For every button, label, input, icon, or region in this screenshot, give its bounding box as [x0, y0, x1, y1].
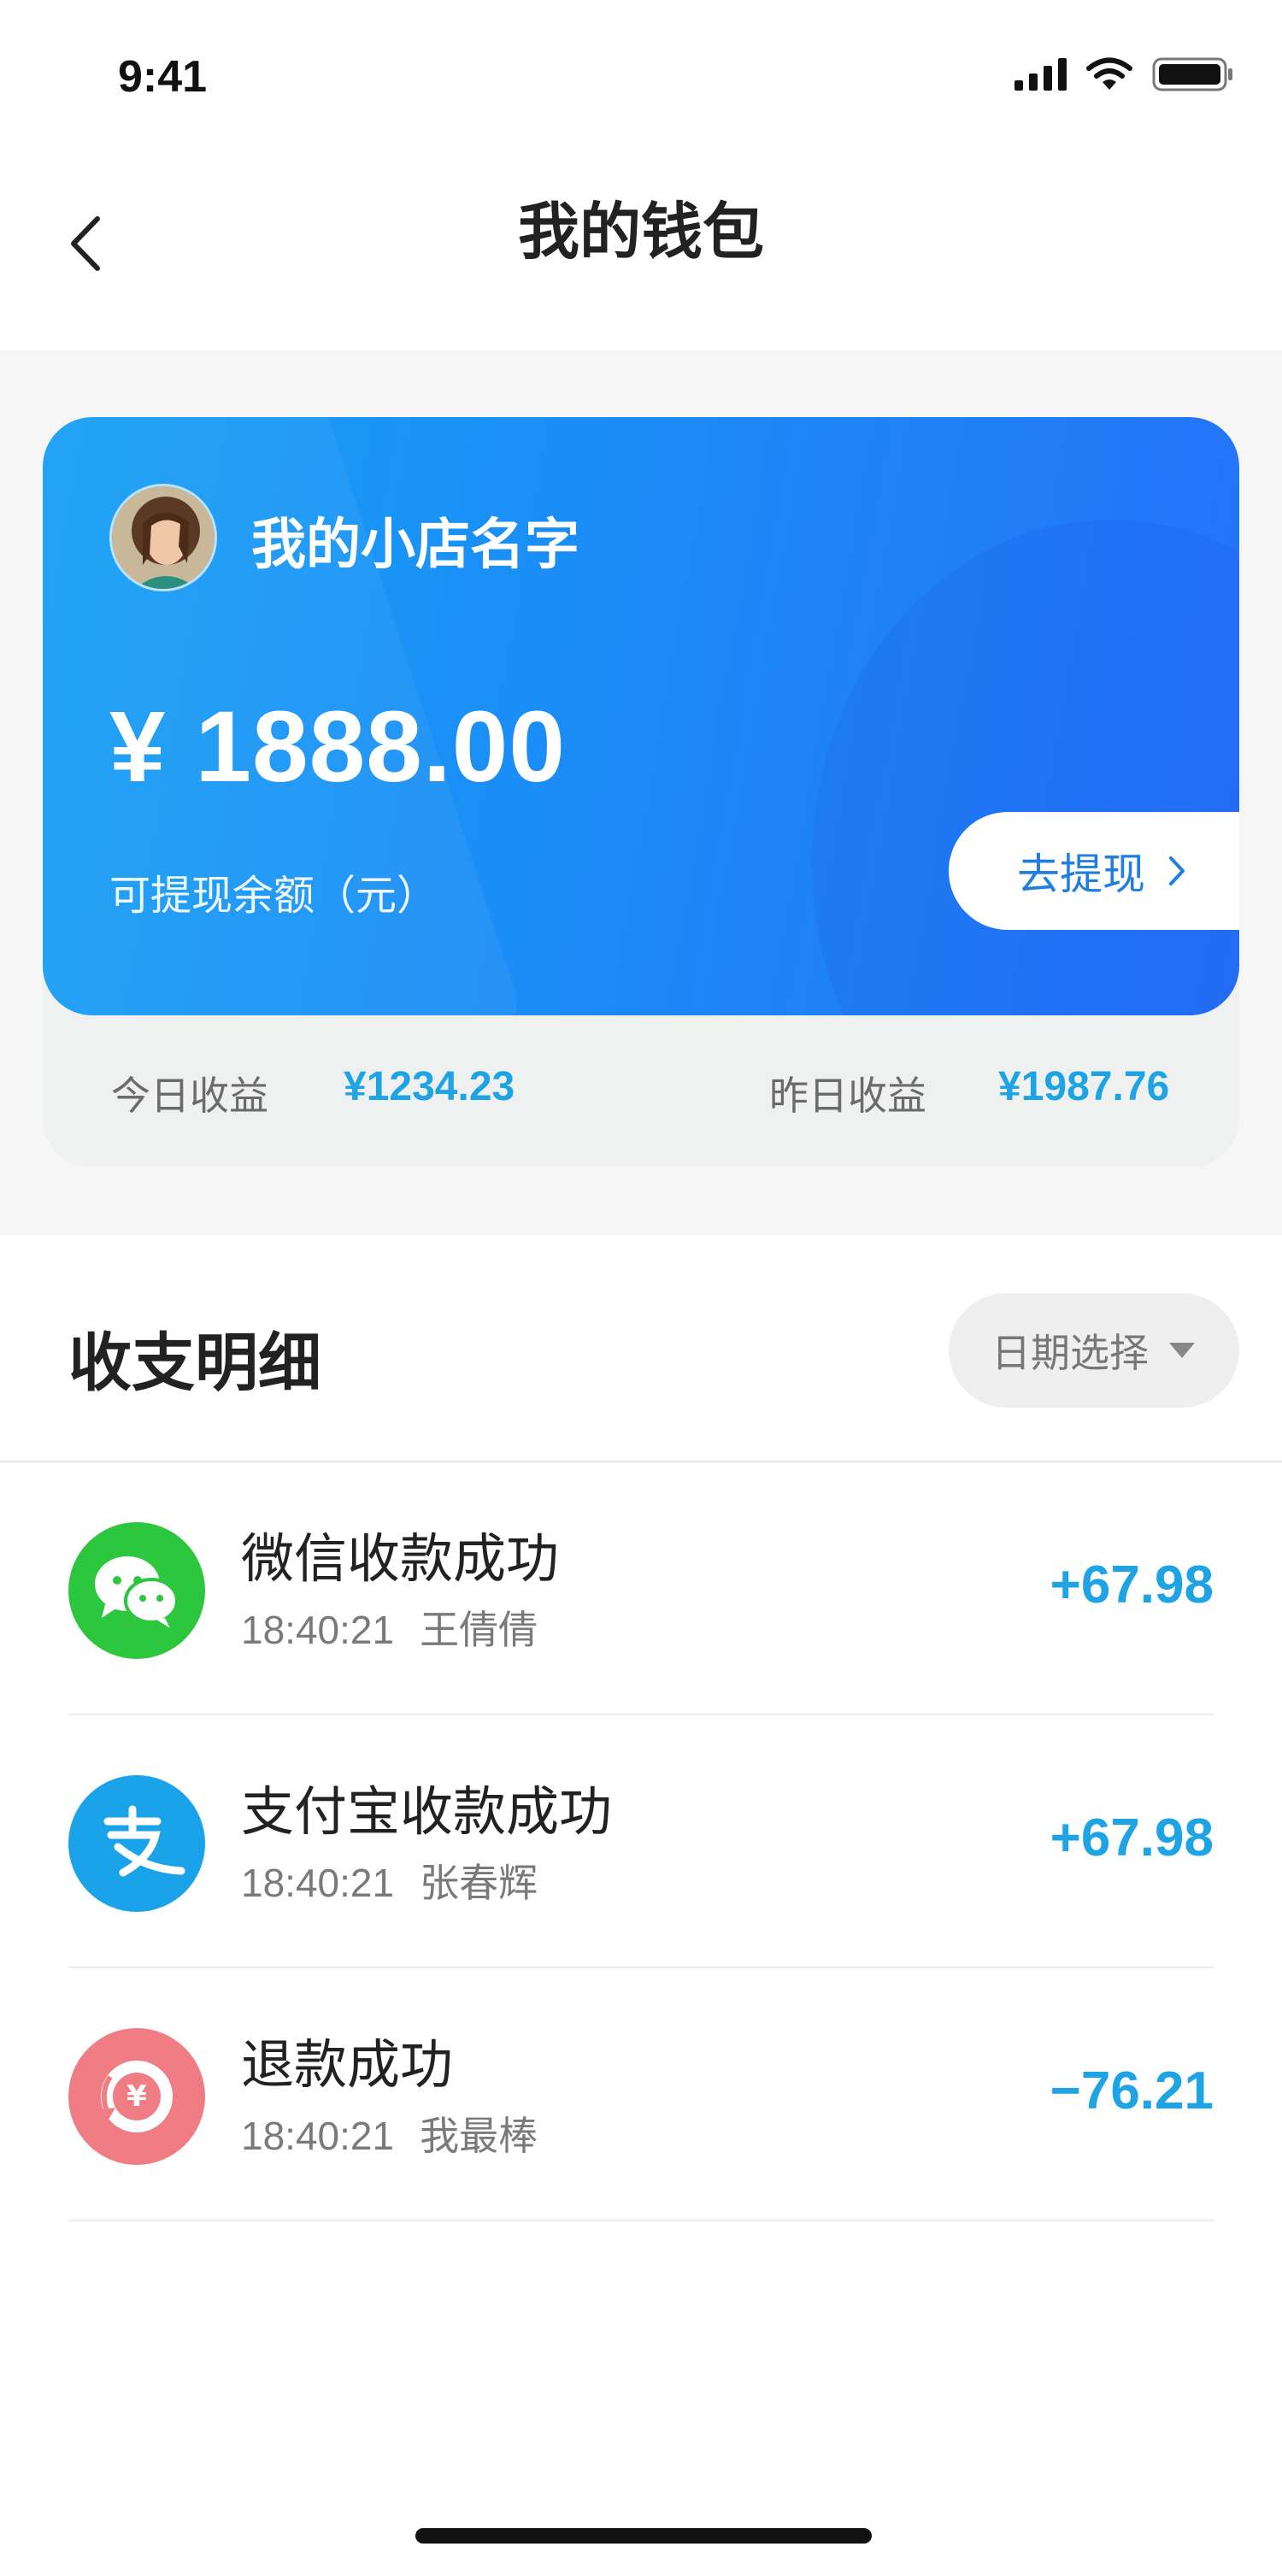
transaction-amount: +67.98: [1050, 1808, 1214, 1867]
date-picker-button[interactable]: 日期选择: [949, 1293, 1239, 1408]
transactions-panel: 收支明细 日期选择 微信收款成功 18:40:21 王倩倩 +67.98 支付宝…: [0, 1235, 1282, 2576]
balance-amount: ¥ 1888.00: [109, 691, 566, 803]
transaction-row[interactable]: 微信收款成功 18:40:21 王倩倩 +67.98: [68, 1462, 1214, 1715]
balance-card: 我的小店名字 ¥ 1888.00 可提现余额（元） 去提现: [43, 417, 1239, 1015]
transaction-payer: 王倩倩: [420, 1607, 538, 1653]
today-earnings-label: 今日收益: [111, 1073, 268, 1119]
home-indicator[interactable]: [415, 2528, 872, 2544]
refund-icon: ¥: [68, 2028, 205, 2165]
status-bar: 9:41: [0, 0, 1282, 145]
yesterday-earnings-label: 昨日收益: [769, 1073, 926, 1119]
alipay-icon: [68, 1775, 205, 1912]
status-time: 9:41: [118, 52, 208, 102]
yesterday-earnings-value: ¥1987.76: [998, 1064, 1170, 1109]
transaction-title: 微信收款成功: [241, 1527, 560, 1590]
transaction-time: 18:40:21: [241, 1861, 395, 1905]
withdraw-button[interactable]: 去提现: [949, 812, 1239, 930]
transaction-payer: 张春辉: [420, 1860, 538, 1906]
withdraw-label: 去提现: [1017, 850, 1145, 899]
avatar: [109, 484, 217, 591]
shop-name: 我的小店名字: [251, 514, 579, 577]
transaction-title: 支付宝收款成功: [241, 1780, 613, 1843]
chevron-right-icon: [1169, 856, 1185, 885]
date-picker-label: 日期选择: [991, 1330, 1149, 1376]
transaction-meta: 18:40:21 王倩倩: [241, 1599, 538, 1656]
transaction-amount: −76.21: [1050, 2061, 1214, 2120]
divider: [68, 2220, 1214, 2221]
status-icons: [1014, 56, 1234, 92]
balance-label: 可提现余额（元）: [109, 872, 438, 920]
signal-icon: [1014, 58, 1067, 91]
caret-down-icon: [1169, 1343, 1195, 1358]
wifi-icon: [1086, 57, 1132, 90]
transaction-title: 退款成功: [241, 2033, 454, 2096]
svg-text:¥: ¥: [126, 2079, 147, 2114]
transaction-amount: +67.98: [1050, 1556, 1214, 1614]
wechat-icon: [68, 1522, 205, 1659]
today-earnings-value: ¥1234.23: [344, 1064, 515, 1109]
transaction-meta: 18:40:21 我最棒: [241, 2105, 538, 2161]
transaction-meta: 18:40:21 张春辉: [241, 1852, 538, 1908]
page-title: 我的钱包: [517, 196, 764, 268]
transaction-row[interactable]: ¥ 退款成功 18:40:21 我最棒 −76.21: [68, 1968, 1214, 2221]
nav-bar: 我的钱包: [0, 145, 1282, 350]
transaction-row[interactable]: 支付宝收款成功 18:40:21 张春辉 +67.98: [68, 1715, 1214, 1968]
battery-icon: [1152, 57, 1232, 91]
transaction-time: 18:40:21: [241, 2114, 395, 2158]
transaction-payer: 我最棒: [420, 2113, 538, 2159]
earnings-row: 今日收益 ¥1234.23 昨日收益 ¥1987.76: [43, 1015, 1239, 1167]
section-title: 收支明细: [68, 1326, 321, 1400]
wallet-card: 我的小店名字 ¥ 1888.00 可提现余额（元） 去提现 今日收益 ¥1234…: [43, 417, 1239, 1167]
transaction-time: 18:40:21: [241, 1608, 395, 1652]
